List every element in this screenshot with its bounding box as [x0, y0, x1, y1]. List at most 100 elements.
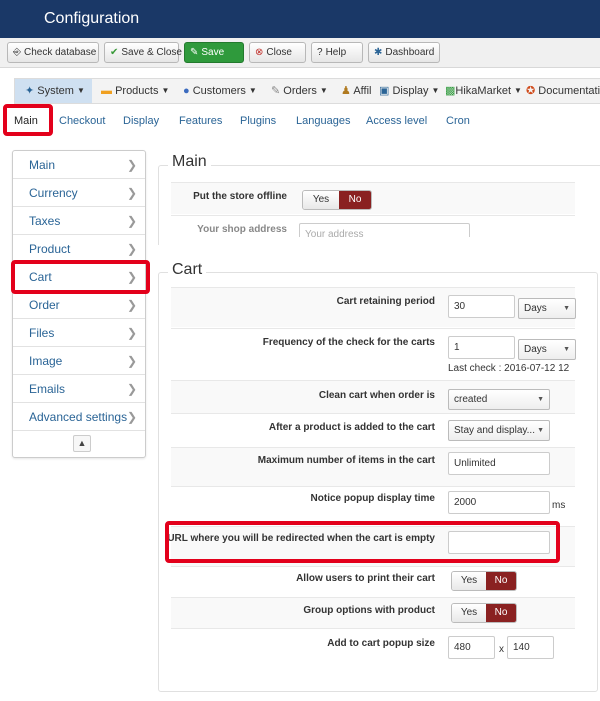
sidebar-item-label: Order [29, 298, 60, 312]
sidebar-item-label: Files [29, 326, 55, 340]
save-icon: ✎ [190, 47, 199, 58]
sidebar-item-currency[interactable]: Currency ❯ [13, 179, 145, 207]
notice-row: Notice popup display time 2000 ms [171, 486, 575, 521]
tab-checkout[interactable]: Checkout [59, 115, 105, 127]
sidebar-item-label: Taxes [29, 214, 61, 228]
after-add-row: After a product is added to the cart Sta… [171, 413, 575, 447]
chevron-right-icon: ❯ [126, 186, 137, 200]
menu-hikamarket[interactable]: ▩HikaMarket ▼ [445, 79, 522, 103]
group-toggle[interactable]: Yes No [451, 603, 517, 623]
sidebar-item-main[interactable]: Main ❯ [13, 151, 145, 179]
clean-label: Clean cart when order is [318, 390, 435, 401]
tab-cron[interactable]: Cron [446, 115, 470, 127]
help-icon: ? [317, 47, 323, 58]
caret-down-icon: ▼ [431, 86, 440, 96]
dashboard-button[interactable]: ✱ Dashboard [368, 42, 440, 63]
sidebar-item-image[interactable]: Image ❯ [13, 347, 145, 375]
sidebar-item-advanced-settings[interactable]: Advanced settings ❯ [13, 403, 145, 431]
retaining-label: Cart retaining period [336, 296, 435, 307]
notice-label: Notice popup display time [310, 493, 435, 504]
caret-down-icon: ▼ [161, 86, 170, 96]
popup-width-input[interactable]: 480 [448, 636, 495, 659]
sidebar-item-taxes[interactable]: Taxes ❯ [13, 207, 145, 235]
help-label: Help [325, 47, 347, 58]
last-check-text: Last check : 2016-07-12 12 [448, 363, 570, 374]
group-row: Group options with product Yes No [171, 597, 575, 628]
offline-row: Put the store offline Yes No [171, 182, 575, 214]
tab-features[interactable]: Features [179, 115, 222, 127]
menu-display-label: Display [392, 85, 429, 97]
dropdown-arrow-icon: ▼ [537, 396, 544, 403]
sidebar-item-files[interactable]: Files ❯ [13, 319, 145, 347]
page-title: Configuration [0, 0, 600, 38]
chevron-right-icon: ❯ [126, 158, 137, 172]
print-row: Allow users to print their cart Yes No [171, 566, 575, 597]
notice-unit: ms [552, 500, 566, 511]
frequency-input[interactable]: 1 [448, 336, 515, 359]
sidebar-item-label: Advanced settings [29, 410, 128, 424]
sidebar-item-product[interactable]: Product ❯ [13, 235, 145, 263]
chevron-right-icon: ❯ [126, 326, 137, 340]
highlight-redirect-row [165, 521, 560, 563]
menu-documentation[interactable]: ✪ Documentatio [526, 79, 600, 103]
tab-languages[interactable]: Languages [296, 115, 350, 127]
menu-orders-label: Orders [283, 85, 317, 97]
notice-input[interactable]: 2000 [448, 491, 550, 514]
dropdown-arrow-icon: ▼ [563, 346, 570, 353]
address-row: Your shop address Your address [171, 215, 575, 237]
clean-row: Clean cart when order is created ▼ [171, 380, 575, 413]
display-icon: ▣ [379, 85, 390, 97]
chevron-right-icon: ❯ [126, 354, 137, 368]
highlight-main-tab [3, 104, 53, 136]
tab-display[interactable]: Display [123, 115, 159, 127]
database-icon: ⎆ [13, 47, 21, 58]
after-add-value: Stay and display... [454, 425, 535, 436]
max-items-input[interactable]: Unlimited [448, 452, 550, 475]
popup-height-input[interactable]: 140 [507, 636, 554, 659]
address-input[interactable]: Your address [299, 223, 470, 237]
offline-yes[interactable]: Yes [303, 191, 339, 209]
print-no[interactable]: No [486, 572, 516, 590]
tab-access-level[interactable]: Access level [366, 115, 427, 127]
save-label: Save [201, 47, 225, 58]
after-add-select[interactable]: Stay and display... ▼ [448, 420, 550, 441]
sidebar-item-order[interactable]: Order ❯ [13, 291, 145, 319]
menu-display[interactable]: ▣ Display ▼ [379, 79, 439, 103]
print-toggle[interactable]: Yes No [451, 571, 517, 591]
group-no[interactable]: No [486, 604, 516, 622]
main-legend: Main [168, 153, 211, 171]
save-button[interactable]: ✎ Save [184, 42, 244, 63]
retaining-input[interactable]: 30 [448, 295, 515, 318]
offline-no[interactable]: No [339, 191, 371, 209]
menu-hikamarket-label: HikaMarket [455, 85, 512, 97]
menu-system[interactable]: ✦ System ▼ [15, 79, 92, 103]
caret-down-icon: ▼ [514, 86, 522, 96]
frequency-unit-value: Days [524, 344, 547, 355]
help-button[interactable]: ? Help [311, 42, 363, 63]
retaining-unit-select[interactable]: Days ▼ [518, 298, 576, 319]
menu-affiliates[interactable]: ♟ Affil [341, 79, 371, 103]
sidebar-collapse-button[interactable]: ▲ [73, 435, 91, 452]
print-yes[interactable]: Yes [452, 572, 486, 590]
chevron-right-icon: ❯ [126, 242, 137, 256]
menu-system-label: System [37, 85, 74, 97]
check-database-button[interactable]: ⎆ Check database [7, 42, 99, 63]
hikamarket-icon: ▩ [445, 85, 456, 97]
caret-down-icon: ▼ [248, 86, 257, 96]
main-menu-bar: ✦ System ▼ ▬ Products ▼ ● Customers ▼ ✎ Ord… [14, 78, 600, 104]
group-label: Group options with product [303, 605, 435, 616]
sidebar-item-emails[interactable]: Emails ❯ [13, 375, 145, 403]
clean-select[interactable]: created ▼ [448, 389, 550, 410]
menu-orders[interactable]: ✎ Orders ▼ [271, 79, 328, 103]
frequency-label: Frequency of the check for the carts [262, 337, 435, 348]
group-yes[interactable]: Yes [452, 604, 486, 622]
offline-toggle[interactable]: Yes No [302, 190, 372, 210]
menu-products[interactable]: ▬ Products ▼ [101, 79, 169, 103]
toolbar: ⎆ Check database ✔ Save & Close ✎ Save ⊗ Clo… [0, 38, 600, 68]
close-button[interactable]: ⊗ Close [249, 42, 306, 63]
tab-plugins[interactable]: Plugins [240, 115, 276, 127]
popup-size-separator: x [499, 644, 504, 655]
frequency-unit-select[interactable]: Days ▼ [518, 339, 576, 360]
menu-customers[interactable]: ● Customers ▼ [183, 79, 257, 103]
save-close-button[interactable]: ✔ Save & Close [104, 42, 182, 63]
